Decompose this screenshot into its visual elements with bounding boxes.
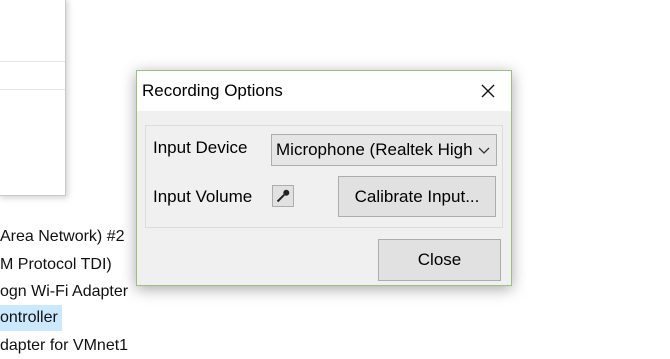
recording-options-dialog: Recording Options Input Device Microphon…	[136, 70, 512, 286]
microphone-icon	[276, 189, 290, 203]
list-item[interactable]: M Protocol TDI)	[0, 252, 112, 278]
input-device-value: Microphone (Realtek High	[276, 140, 472, 159]
panel-divider	[0, 61, 65, 62]
list-item[interactable]: ogn Wi-Fi Adapter	[0, 279, 128, 305]
input-volume-label: Input Volume	[153, 187, 253, 206]
dialog-titlebar[interactable]: Recording Options	[137, 71, 511, 111]
list-item[interactable]: Area Network) #2	[0, 224, 125, 250]
background-window-panel	[0, 0, 66, 196]
panel-divider	[0, 89, 65, 90]
chevron-down-icon	[478, 147, 490, 154]
microphone-volume-button[interactable]	[272, 185, 294, 207]
close-button[interactable]: Close	[378, 239, 501, 281]
input-device-select[interactable]: Microphone (Realtek High	[271, 134, 497, 166]
list-item[interactable]: dapter for VMnet1	[0, 333, 128, 359]
list-item-selected[interactable]: ontroller	[0, 305, 62, 331]
calibrate-input-button[interactable]: Calibrate Input...	[338, 176, 496, 217]
close-x-icon[interactable]	[465, 71, 511, 111]
dialog-title: Recording Options	[142, 81, 283, 100]
input-device-label: Input Device	[153, 138, 248, 157]
